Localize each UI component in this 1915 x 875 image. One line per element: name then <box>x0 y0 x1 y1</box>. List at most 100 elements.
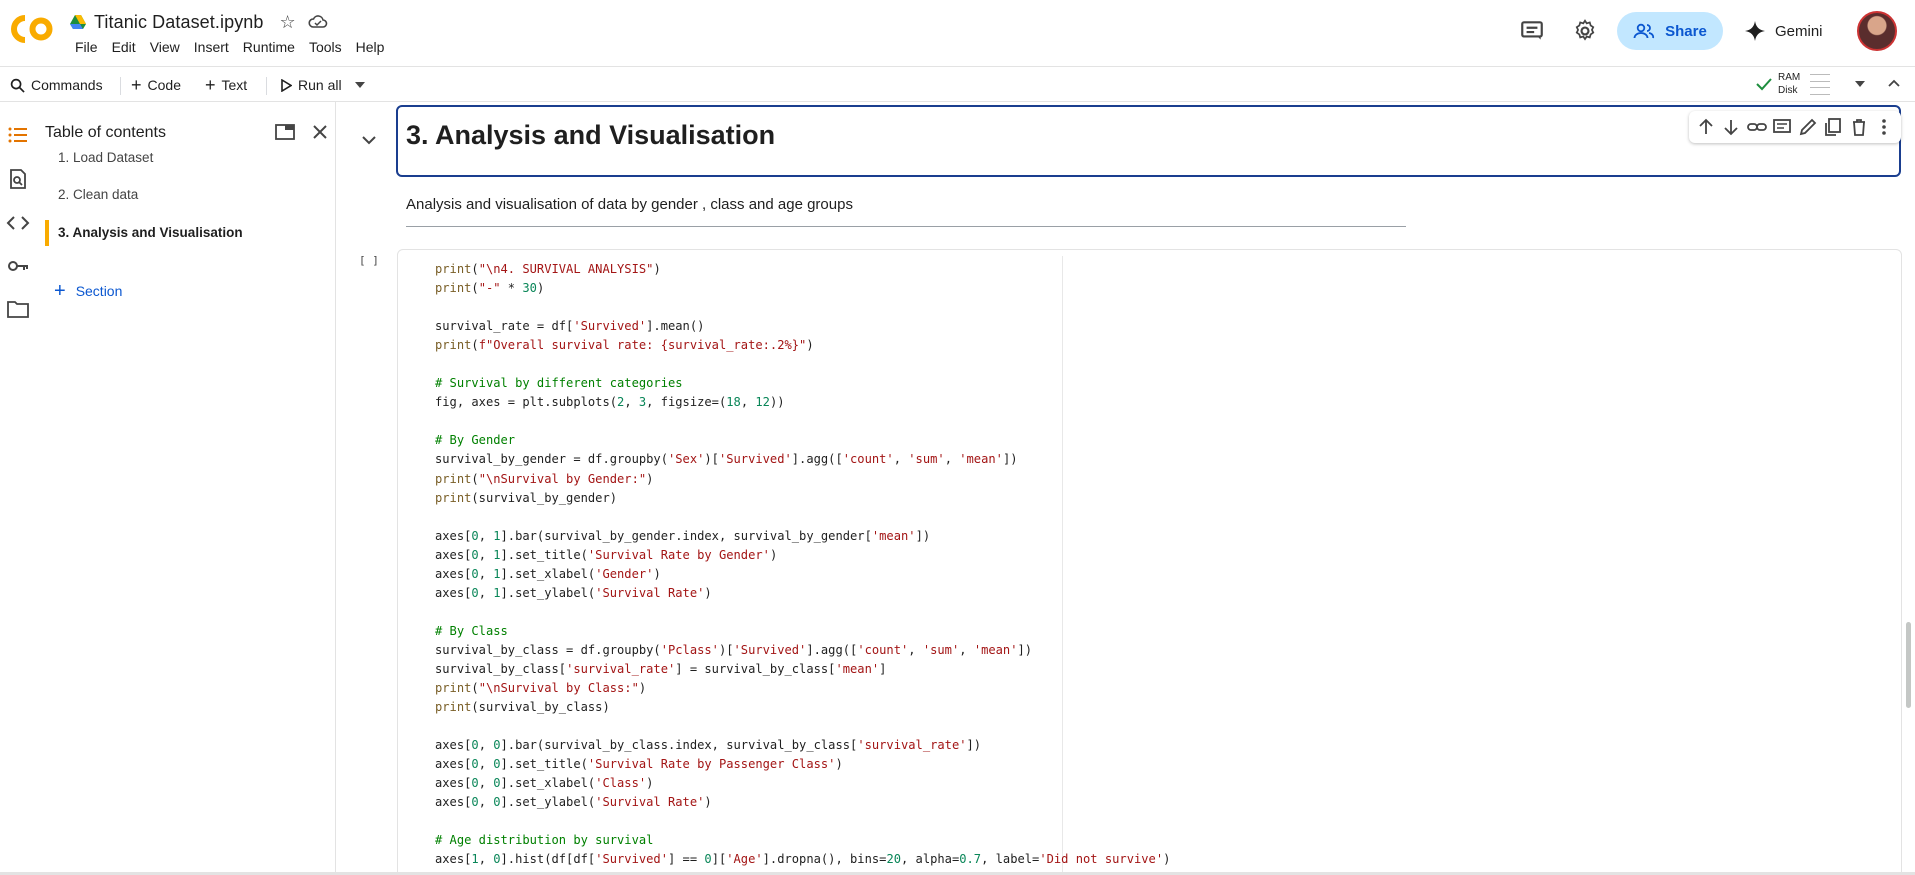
code-editor[interactable]: print("\n4. SURVIVAL ANALYSIS") print("-"… <box>435 260 1170 870</box>
main-scrollbar[interactable] <box>1901 102 1915 875</box>
connected-check-icon <box>1756 78 1772 91</box>
code-line[interactable]: survival_by_gender = df.groupby('Sex')['… <box>435 450 1170 469</box>
markdown-description[interactable]: Analysis and visualisation of data by ge… <box>406 196 1406 213</box>
code-cell[interactable]: print("\n4. SURVIVAL ANALYSIS") print("-"… <box>397 249 1902 875</box>
code-line[interactable]: print(survival_by_class) <box>435 698 1170 717</box>
edit-pencil-icon[interactable] <box>1797 116 1819 138</box>
resource-monitor[interactable]: RAM Disk <box>1778 70 1858 100</box>
table-of-contents-icon[interactable] <box>6 123 30 147</box>
code-line[interactable]: ​ <box>435 298 1170 317</box>
toolbar-divider <box>120 77 121 95</box>
code-line[interactable]: survival_by_class = df.groupby('Pclass')… <box>435 641 1170 660</box>
settings-gear-icon[interactable] <box>1572 18 1598 44</box>
horizontal-rule <box>406 226 1406 227</box>
link-icon[interactable] <box>1746 116 1768 138</box>
code-line[interactable]: print("\nSurvival by Gender:") <box>435 470 1170 489</box>
move-cell-down-icon[interactable] <box>1720 116 1742 138</box>
gemini-label: Gemini <box>1775 22 1823 40</box>
code-line[interactable]: ​ <box>435 812 1170 831</box>
add-comment-icon[interactable] <box>1771 116 1793 138</box>
section-heading: 3. Analysis and Visualisation <box>406 120 776 150</box>
open-in-tab-icon[interactable] <box>273 120 297 144</box>
close-icon[interactable] <box>308 120 332 144</box>
text-label: Text <box>221 77 248 93</box>
gemini-button[interactable]: Gemini <box>1745 17 1823 45</box>
colab-logo[interactable] <box>10 14 54 44</box>
code-line[interactable]: ​ <box>435 508 1170 527</box>
user-avatar[interactable] <box>1857 11 1897 51</box>
gemini-sparkle-icon <box>1745 21 1765 41</box>
code-line[interactable]: print("-" * 30) <box>435 279 1170 298</box>
notebook-title[interactable]: Titanic Dataset.ipynb <box>94 12 264 33</box>
mirror-cell-icon[interactable] <box>1822 116 1844 138</box>
code-line[interactable]: ​ <box>435 355 1170 374</box>
ram-bar <box>1810 74 1830 82</box>
run-all-label: Run all <box>298 77 342 93</box>
code-line[interactable]: # By Class <box>435 622 1170 641</box>
collapse-section-chevron-icon[interactable] <box>362 136 376 145</box>
notebook-main: 3. Analysis and Visualisation Analysis a… <box>337 102 1915 875</box>
add-text-button[interactable]: + Text <box>205 75 247 95</box>
add-code-button[interactable]: + Code <box>131 75 181 95</box>
code-line[interactable]: survival_by_class['survival_rate'] = sur… <box>435 660 1170 679</box>
code-line[interactable]: axes[0, 0].set_xlabel('Class') <box>435 774 1170 793</box>
code-line[interactable]: print(f"Overall survival rate: {survival… <box>435 336 1170 355</box>
star-icon[interactable]: ☆ <box>280 13 296 31</box>
menu-help[interactable]: Help <box>349 39 392 55</box>
code-line[interactable]: axes[0, 0].set_ylabel('Survival Rate') <box>435 793 1170 812</box>
plus-icon: + <box>54 280 66 302</box>
notebook-toolbar: Commands + Code + Text Run all RAM Disk <box>0 66 1915 102</box>
menu-insert[interactable]: Insert <box>187 39 236 55</box>
code-line[interactable]: # Age distribution by survival <box>435 831 1170 850</box>
share-button[interactable]: Share <box>1617 12 1723 50</box>
plus-icon: + <box>205 75 216 95</box>
drive-icon[interactable] <box>70 15 86 29</box>
code-line[interactable]: axes[0, 0].set_title('Survival Rate by P… <box>435 755 1170 774</box>
move-cell-up-icon[interactable] <box>1695 116 1717 138</box>
code-line[interactable]: survival_rate = df['Survived'].mean() <box>435 317 1170 336</box>
menu-runtime[interactable]: Runtime <box>236 39 302 55</box>
code-line[interactable]: axes[0, 1].set_xlabel('Gender') <box>435 565 1170 584</box>
menu-tools[interactable]: Tools <box>302 39 349 55</box>
code-line[interactable]: fig, axes = plt.subplots(2, 3, figsize=(… <box>435 393 1170 412</box>
toc-item-analysis-visualisation[interactable]: 3. Analysis and Visualisation <box>45 220 325 246</box>
cloud-saved-icon[interactable] <box>308 14 328 30</box>
run-all-button[interactable]: Run all <box>280 75 342 95</box>
toc-item-load-dataset[interactable]: 1. Load Dataset <box>45 145 325 171</box>
code-line[interactable]: axes[0, 1].set_ylabel('Survival Rate') <box>435 584 1170 603</box>
code-line[interactable]: # By Gender <box>435 431 1170 450</box>
top-header: Titanic Dataset.ipynb ☆ File Edit View I… <box>0 0 1915 62</box>
comments-icon[interactable] <box>1519 18 1545 44</box>
files-folder-icon[interactable] <box>6 297 30 321</box>
code-snippets-icon[interactable] <box>6 211 30 235</box>
scrollbar-thumb[interactable] <box>1906 622 1911 708</box>
menu-view[interactable]: View <box>143 39 187 55</box>
code-line[interactable]: # Survival by different categories <box>435 374 1170 393</box>
add-section-button[interactable]: + Section <box>54 280 122 302</box>
delete-trash-icon[interactable] <box>1848 116 1870 138</box>
cell-run-indicator[interactable]: [ ] <box>359 254 379 267</box>
run-options-dropdown[interactable] <box>355 75 365 95</box>
code-line[interactable]: print("\n4. SURVIVAL ANALYSIS") <box>435 260 1170 279</box>
menu-file[interactable]: File <box>68 39 105 55</box>
code-line[interactable]: axes[0, 1].bar(survival_by_gender.index,… <box>435 527 1170 546</box>
collapse-header-chevron-up-icon[interactable] <box>1888 79 1900 87</box>
secrets-key-icon[interactable] <box>6 254 30 278</box>
toc-item-clean-data[interactable]: 2. Clean data <box>45 182 325 208</box>
ram-label: RAM <box>1778 72 1801 83</box>
code-line[interactable]: axes[0, 0].bar(survival_by_class.index, … <box>435 736 1170 755</box>
runtime-dropdown-caret-icon[interactable] <box>1855 81 1865 87</box>
commands-button[interactable]: Commands <box>10 75 103 95</box>
code-line[interactable]: ​ <box>435 412 1170 431</box>
code-line[interactable]: axes[1, 0].hist(df[df['Survived'] == 0][… <box>435 850 1170 869</box>
code-line[interactable]: ​ <box>435 717 1170 736</box>
menu-edit[interactable]: Edit <box>105 39 143 55</box>
more-options-icon[interactable] <box>1873 116 1895 138</box>
code-line[interactable]: axes[0, 1].set_title('Survival Rate by G… <box>435 546 1170 565</box>
find-in-notebook-icon[interactable] <box>6 167 30 191</box>
table-of-contents-panel: Table of contents 1. Load Dataset 2. Cle… <box>36 102 336 875</box>
code-line[interactable]: print("\nSurvival by Class:") <box>435 679 1170 698</box>
code-line[interactable]: print(survival_by_gender) <box>435 489 1170 508</box>
heading-cell[interactable]: 3. Analysis and Visualisation <box>396 105 1901 177</box>
code-line[interactable]: ​ <box>435 603 1170 622</box>
